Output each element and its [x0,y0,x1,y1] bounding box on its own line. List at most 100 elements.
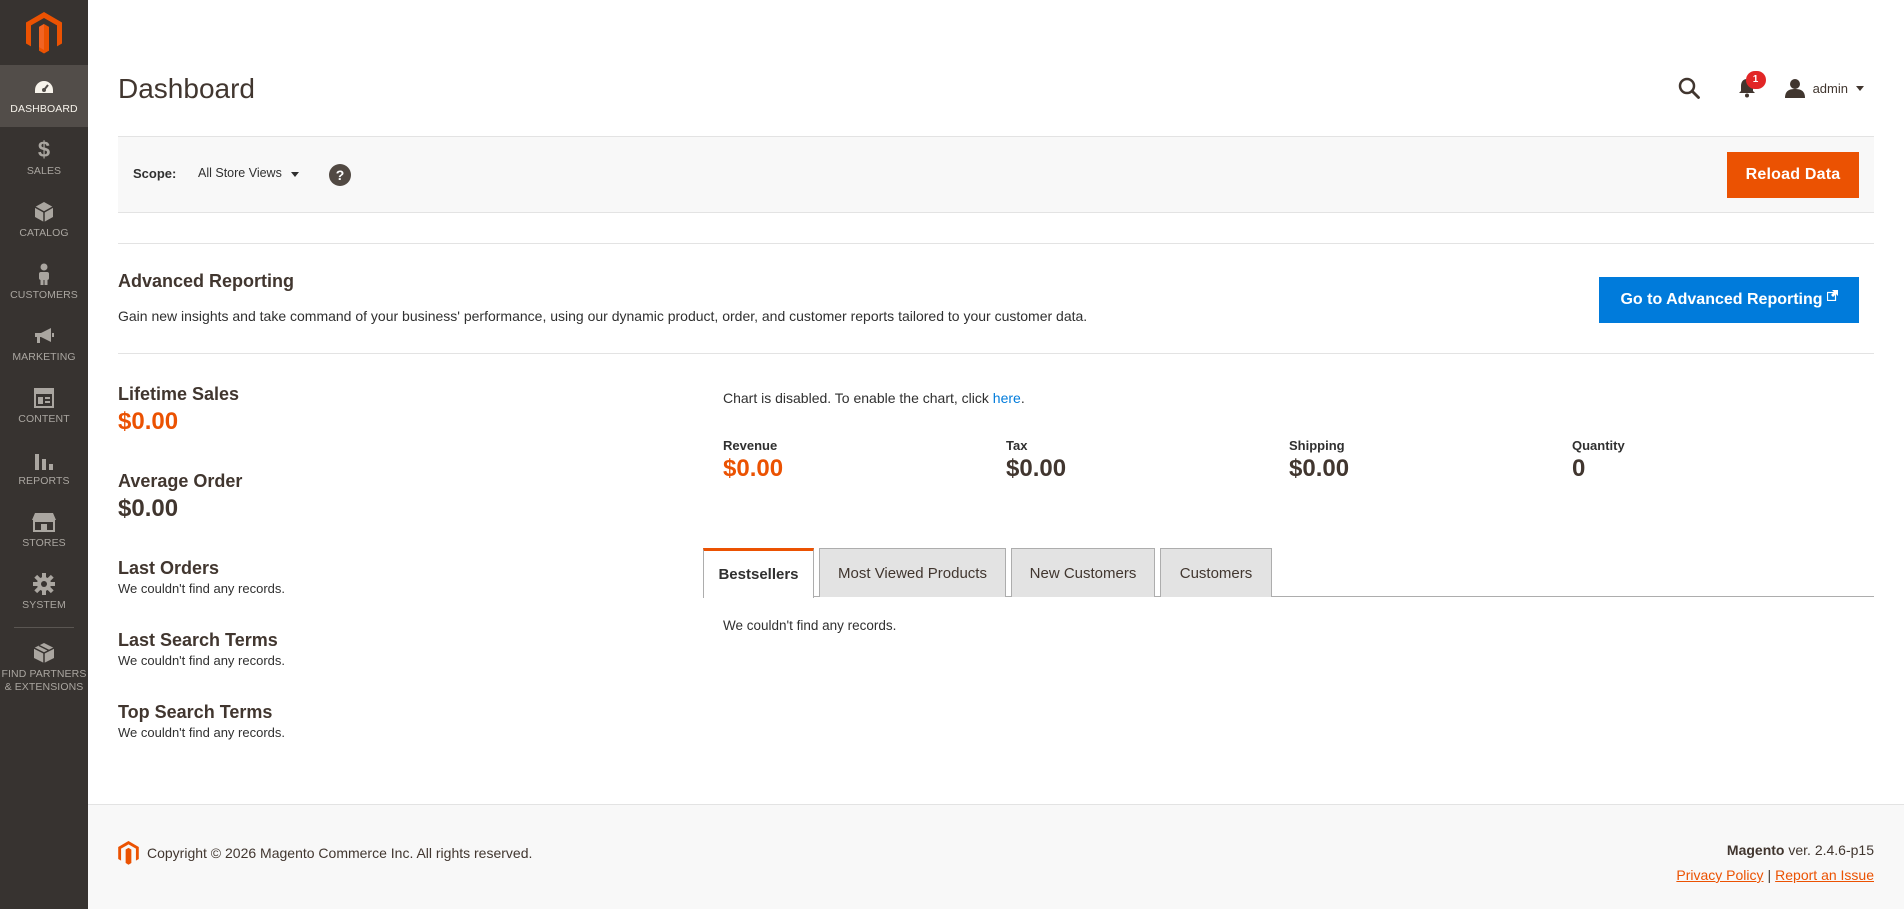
advanced-reporting-button-label: Go to Advanced Reporting [1620,291,1823,308]
user-account-menu[interactable]: admin [1784,78,1864,98]
footer-link-separator: | [1767,867,1772,883]
magento-version: Magento ver. 2.4.6-p15 [1727,842,1874,858]
total-tax: Tax $0.00 [1006,438,1066,483]
advanced-reporting-description: Gain new insights and take command of yo… [118,308,1088,324]
chevron-down-icon [290,171,299,177]
sidebar-item-label: DASHBOARD [10,103,78,115]
sidebar-item-label: FIND PARTNERS & EXTENSIONS [2,668,87,694]
chevron-down-icon [1856,85,1864,91]
sidebar-item-reports[interactable]: REPORTS [0,437,88,499]
chart-message-text: Chart is disabled. To enable the chart, … [723,390,993,406]
total-label: Shipping [1289,438,1345,453]
notifications-button[interactable]: 1 [1733,71,1766,102]
total-revenue: Revenue $0.00 [723,438,783,483]
magento-footer-logo-icon [118,841,139,865]
store-icon [32,510,56,534]
advanced-reporting-title: Advanced Reporting [118,271,295,291]
total-value: 0 [1572,455,1586,482]
average-order: Average Order $0.00 [118,471,242,523]
gear-icon [33,572,55,596]
user-icon [1784,79,1805,98]
last-search-terms-empty: We couldn't find any records. [118,653,285,668]
sidebar-item-label: SYSTEM [22,599,66,611]
copyright-text: Copyright © 2026 Magento Commerce Inc. A… [147,845,533,861]
footer-links: Privacy Policy | Report an Issue [1676,867,1874,883]
advanced-reporting-section: Advanced Reporting Gain new insights and… [118,243,1874,354]
enable-chart-link[interactable]: here [993,390,1021,406]
top-search-terms-empty: We couldn't find any records. [118,725,285,740]
average-order-label: Average Order [118,471,243,491]
sidebar-item-system[interactable]: SYSTEM [0,561,88,623]
scope-bar: Scope: All Store Views ? Reload Data [118,136,1874,213]
top-search-terms-title: Top Search Terms [118,702,273,722]
privacy-policy-link[interactable]: Privacy Policy [1676,867,1763,883]
header-actions: 1 admin [1675,71,1864,102]
magento-logo[interactable] [0,0,88,65]
notification-count-badge: 1 [1745,71,1766,89]
sidebar-item-label-line1: FIND PARTNERS [1,667,87,680]
sidebar-item-marketing[interactable]: MARKETING [0,313,88,375]
scope-value: All Store Views [198,166,282,180]
sidebar-item-label: CUSTOMERS [10,289,78,301]
report-issue-link[interactable]: Report an Issue [1775,867,1874,883]
extensions-icon [33,641,55,665]
total-quantity: Quantity 0 [1572,438,1625,483]
dollar-icon: $ [37,137,51,162]
page-title: Dashboard [118,73,255,104]
sidebar-item-label: CONTENT [18,413,70,425]
external-link-icon [1826,289,1838,301]
average-order-value: $0.00 [118,495,179,522]
sidebar-item-label: STORES [22,537,66,549]
sidebar-item-catalog[interactable]: CATALOG [0,189,88,251]
tab-empty-message: We couldn't find any records. [723,618,897,633]
magento-logo-icon [26,11,62,53]
tab-new-customers[interactable]: New Customers [1011,548,1155,597]
user-name: admin [1812,80,1848,96]
store-view-switcher[interactable]: All Store Views [198,166,299,180]
sidebar-item-customers[interactable]: CUSTOMERS [0,251,88,313]
help-icon[interactable]: ? [329,164,351,186]
dashboard-icon [33,76,55,100]
customers-icon [37,262,51,286]
search-icon [1678,77,1700,99]
tab-bestsellers[interactable]: Bestsellers [703,548,814,598]
last-search-terms: Last Search Terms We couldn't find any r… [118,630,285,668]
sidebar-item-find-partners[interactable]: FIND PARTNERS & EXTENSIONS [0,634,88,700]
total-shipping: Shipping $0.00 [1289,438,1349,483]
total-label: Revenue [723,438,778,453]
lifetime-sales-label: Lifetime Sales [118,384,240,404]
sidebar-item-content[interactable]: CONTENT [0,375,88,437]
global-search-button[interactable] [1675,74,1703,102]
sidebar-item-stores[interactable]: STORES [0,499,88,561]
bar-chart-icon [34,448,54,472]
last-search-terms-title: Last Search Terms [118,630,278,650]
chart-disabled-message: Chart is disabled. To enable the chart, … [723,390,1025,406]
top-search-terms: Top Search Terms We couldn't find any re… [118,702,285,740]
total-label: Quantity [1572,438,1625,453]
last-orders-title: Last Orders [118,558,220,578]
page-footer: Copyright © 2026 Magento Commerce Inc. A… [88,804,1904,909]
sidebar-item-label: REPORTS [18,475,70,487]
total-label: Tax [1006,438,1028,453]
sidebar-item-label-line2: & EXTENSIONS [4,680,84,693]
content-icon [34,386,54,410]
reload-data-button[interactable]: Reload Data [1727,152,1859,198]
total-value: $0.00 [723,455,784,482]
chart-message-period: . [1020,390,1025,406]
main-content: Dashboard 1 admin Scope: All Store Views… [88,0,1904,909]
version-text: ver. 2.4.6-p15 [1784,842,1874,858]
tab-customers[interactable]: Customers [1160,548,1272,597]
lifetime-sales-value: $0.00 [118,408,179,435]
sidebar-item-sales[interactable]: $ SALES [0,127,88,189]
tab-most-viewed-products[interactable]: Most Viewed Products [819,548,1006,597]
megaphone-icon [33,324,55,348]
sidebar-divider [14,627,74,628]
catalog-icon [35,200,53,224]
copyright: Copyright © 2026 Magento Commerce Inc. A… [118,841,532,865]
last-orders-empty: We couldn't find any records. [118,581,285,596]
go-to-advanced-reporting-button[interactable]: Go to Advanced Reporting [1599,277,1859,323]
scope-label: Scope: [133,166,177,181]
sidebar-item-dashboard[interactable]: DASHBOARD [0,65,88,127]
last-orders: Last Orders We couldn't find any records… [118,558,285,596]
dashboard-tabs: Bestsellers Most Viewed Products New Cus… [703,548,1874,598]
